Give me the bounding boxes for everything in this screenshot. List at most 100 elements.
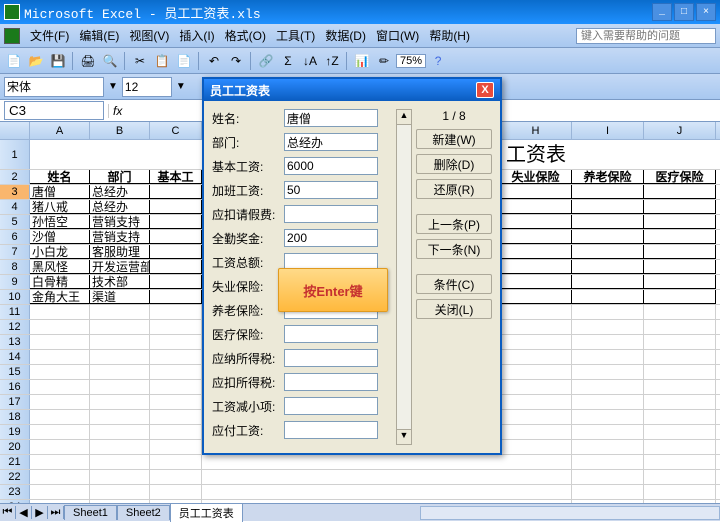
cell[interactable]: 渠道 (90, 290, 150, 304)
cell[interactable] (644, 260, 716, 274)
cell[interactable] (30, 440, 90, 454)
cell[interactable]: 猪八戒 (30, 200, 90, 214)
cell[interactable] (30, 395, 90, 409)
cell[interactable] (202, 485, 500, 499)
cell[interactable] (150, 260, 202, 274)
cell[interactable] (150, 275, 202, 289)
cell[interactable] (150, 365, 202, 379)
cell[interactable] (30, 335, 90, 349)
cell[interactable] (644, 245, 716, 259)
cell[interactable] (644, 215, 716, 229)
cell[interactable] (572, 410, 644, 424)
cell[interactable]: 养老保险 (572, 170, 644, 184)
cell[interactable] (150, 245, 202, 259)
cell[interactable]: 部门 (90, 170, 150, 184)
sum-icon[interactable]: Σ (278, 51, 298, 71)
prev-button[interactable]: 上一条(P) (416, 214, 492, 234)
cell[interactable] (90, 395, 150, 409)
cell[interactable] (30, 305, 90, 319)
col-C[interactable]: C (150, 122, 202, 139)
cell[interactable]: 基本工 (150, 170, 202, 184)
field-input-2[interactable] (284, 157, 378, 175)
scroll-up-icon[interactable]: ▲ (396, 109, 412, 125)
dialog-close-button[interactable]: X (476, 82, 494, 98)
tab-sheet2[interactable]: Sheet2 (117, 505, 170, 520)
link-icon[interactable]: 🔗 (256, 51, 276, 71)
cell[interactable]: 总经办 (90, 185, 150, 199)
row-head-2[interactable]: 2 (0, 170, 30, 184)
cell[interactable] (572, 260, 644, 274)
menu-file[interactable]: 文件(F) (26, 25, 73, 46)
cell[interactable] (90, 410, 150, 424)
cell[interactable] (572, 470, 644, 484)
cell[interactable] (644, 320, 716, 334)
cell[interactable]: 开发运营部 (90, 260, 150, 274)
cell[interactable] (500, 290, 572, 304)
new-button[interactable]: 新建(W) (416, 129, 492, 149)
delete-button[interactable]: 删除(D) (416, 154, 492, 174)
cell[interactable] (150, 335, 202, 349)
copy-icon[interactable]: 📋 (152, 51, 172, 71)
restore-button[interactable]: 还原(R) (416, 179, 492, 199)
print-icon[interactable]: 🖨 (78, 51, 98, 71)
size-combo[interactable] (122, 77, 172, 97)
help-search-input[interactable] (576, 28, 716, 44)
redo-icon[interactable]: ↷ (226, 51, 246, 71)
menu-window[interactable]: 窗口(W) (372, 25, 423, 46)
row-head-8[interactable]: 8 (0, 260, 30, 274)
row-head-15[interactable]: 15 (0, 365, 30, 379)
cell[interactable] (572, 245, 644, 259)
cell[interactable]: 营销支持 (90, 230, 150, 244)
cell[interactable] (572, 230, 644, 244)
cell[interactable] (150, 440, 202, 454)
cell[interactable] (202, 455, 500, 469)
cell[interactable] (500, 470, 572, 484)
cell[interactable] (150, 290, 202, 304)
menu-edit[interactable]: 编辑(E) (75, 25, 123, 46)
close-button[interactable]: 关闭(L) (416, 299, 492, 319)
tab-next-icon[interactable]: ▶ (32, 506, 48, 519)
cell[interactable] (500, 395, 572, 409)
cell[interactable] (90, 365, 150, 379)
cell[interactable] (150, 305, 202, 319)
cell[interactable] (90, 455, 150, 469)
row-head-21[interactable]: 21 (0, 455, 30, 469)
preview-icon[interactable]: 🔍 (100, 51, 120, 71)
cell[interactable] (644, 425, 716, 439)
cell[interactable]: 黑风怪 (30, 260, 90, 274)
cell[interactable]: 医疗保险 (644, 170, 716, 184)
dialog-scrollbar[interactable]: ▲ ▼ (396, 109, 412, 445)
cell[interactable] (644, 200, 716, 214)
fx-icon[interactable]: fx (108, 104, 126, 118)
row-head-18[interactable]: 18 (0, 410, 30, 424)
cell[interactable] (30, 410, 90, 424)
cell[interactable] (572, 185, 644, 199)
cell[interactable]: 姓名 (30, 170, 90, 184)
row-head-12[interactable]: 12 (0, 320, 30, 334)
field-input-3[interactable] (284, 181, 378, 199)
new-icon[interactable]: 📄 (4, 51, 24, 71)
row-head-11[interactable]: 11 (0, 305, 30, 319)
tab-sheet1[interactable]: Sheet1 (64, 505, 117, 520)
cell[interactable] (500, 230, 572, 244)
cell[interactable] (572, 485, 644, 499)
row-21[interactable]: 21 (0, 455, 720, 470)
cell[interactable] (150, 140, 202, 169)
row-head-7[interactable]: 7 (0, 245, 30, 259)
cell[interactable] (90, 380, 150, 394)
row-head-16[interactable]: 16 (0, 380, 30, 394)
tab-last-icon[interactable]: ⏭ (48, 506, 64, 519)
cell[interactable] (90, 335, 150, 349)
row-23[interactable]: 23 (0, 485, 720, 500)
cell[interactable] (30, 350, 90, 364)
cell[interactable] (644, 455, 716, 469)
cell[interactable] (644, 185, 716, 199)
cell[interactable] (644, 335, 716, 349)
name-box[interactable] (4, 101, 104, 120)
cell[interactable] (644, 470, 716, 484)
cell[interactable] (500, 380, 572, 394)
chart-icon[interactable]: 📊 (352, 51, 372, 71)
row-head-10[interactable]: 10 (0, 290, 30, 304)
undo-icon[interactable]: ↶ (204, 51, 224, 71)
cell[interactable] (500, 260, 572, 274)
